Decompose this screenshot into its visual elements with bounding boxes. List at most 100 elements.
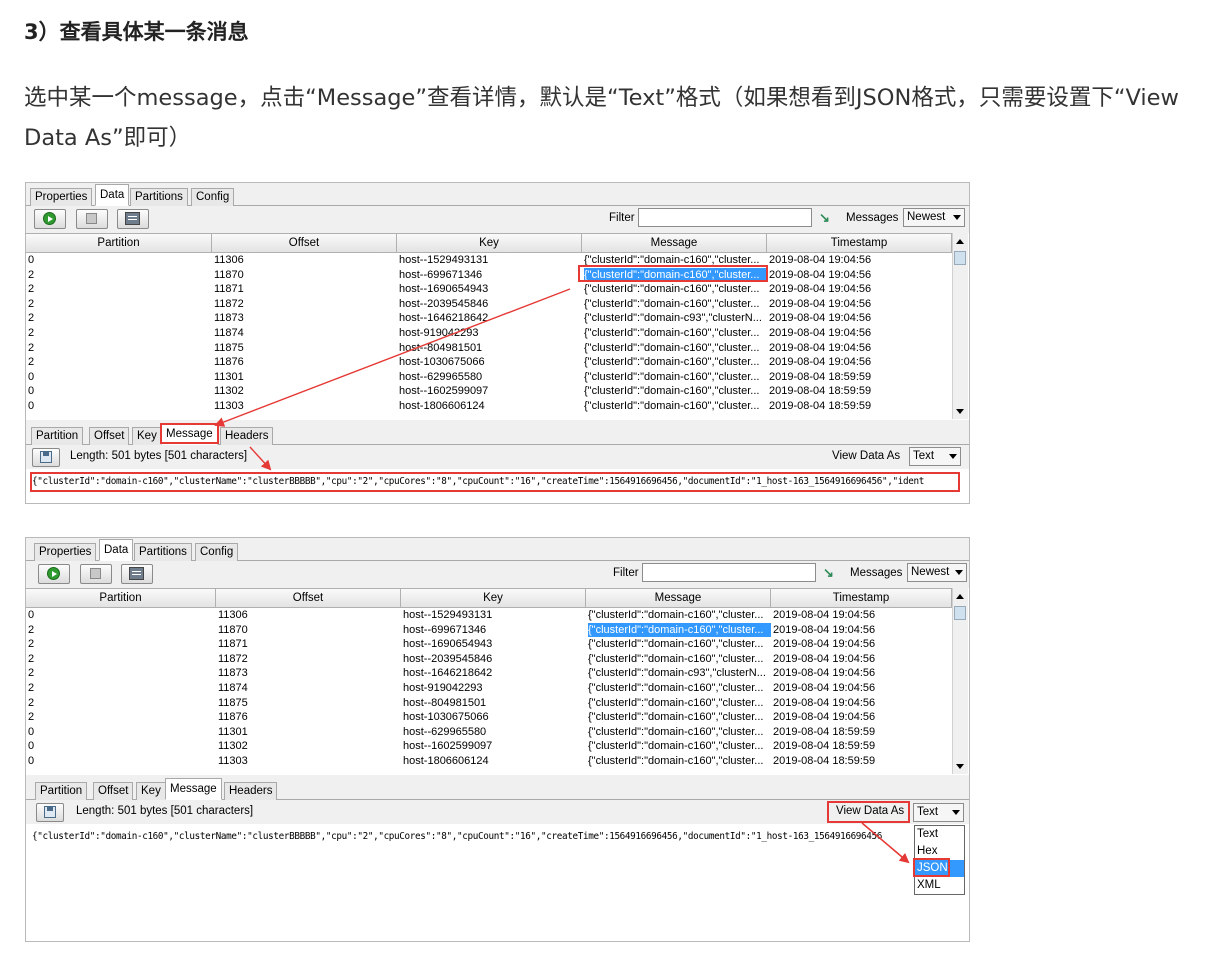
table-row[interactable]: 2 11876 host-1030675066 {"clusterId":"domai… bbox=[26, 355, 952, 370]
view-data-as-label: View Data As bbox=[836, 805, 905, 817]
column-timestamp[interactable]: Timestamp bbox=[767, 234, 952, 252]
column-offset[interactable]: Offset bbox=[212, 234, 397, 252]
table-row[interactable]: 2 11871 host--1690654943 {"clusterId":"doma… bbox=[26, 282, 952, 297]
table-row[interactable]: 0 11304 host--1529937893 {"clusterId":"doma… bbox=[26, 769, 952, 771]
table-row[interactable]: 0 11303 host-1806606124 {"clusterId":"domai… bbox=[26, 399, 952, 414]
tab-partition[interactable]: Partition bbox=[35, 782, 88, 800]
cell-offset: 11875 bbox=[218, 696, 248, 709]
scroll-down-icon[interactable] bbox=[956, 409, 964, 414]
messages-select[interactable]: Newest bbox=[907, 563, 967, 582]
tab-message[interactable]: Message bbox=[161, 423, 218, 445]
grid-body: 0 11306 host--1529493131 {"clusterId":"doma… bbox=[26, 608, 952, 771]
column-key[interactable]: Key bbox=[401, 589, 586, 607]
cell-key: host--1690654943 bbox=[399, 283, 489, 296]
refresh-icon[interactable]: ↘ bbox=[823, 565, 839, 581]
option-json[interactable]: JSON bbox=[915, 860, 964, 877]
tab-data[interactable]: Data bbox=[95, 184, 130, 206]
save-button[interactable] bbox=[32, 448, 60, 467]
grid-scrollbar[interactable] bbox=[952, 233, 968, 419]
column-message[interactable]: Message bbox=[582, 234, 767, 252]
filter-input[interactable] bbox=[642, 563, 816, 582]
scroll-up-icon[interactable] bbox=[956, 239, 964, 244]
view-data-as-select[interactable]: Text bbox=[913, 803, 964, 822]
table-row[interactable]: 2 11876 host-1030675066 {"clusterId":"domai… bbox=[26, 710, 952, 725]
table-row[interactable]: 2 11874 host-919042293 {"clusterId":"domain… bbox=[26, 681, 952, 696]
view-data-as-select[interactable]: Text bbox=[909, 447, 961, 466]
table-row[interactable]: 2 11875 host--804981501 {"clusterId":"domai… bbox=[26, 341, 952, 356]
cell-partition: 2 bbox=[28, 638, 35, 651]
table-row[interactable]: 2 11874 host-919042293 {"clusterId":"domain… bbox=[26, 326, 952, 341]
cell-timestamp: 2019-08-04 19:04:56 bbox=[769, 297, 872, 310]
tab-key[interactable]: Key bbox=[132, 427, 162, 445]
table-row[interactable]: 2 11872 host--2039545846 {"clusterId":"doma… bbox=[26, 297, 952, 312]
stop-button[interactable] bbox=[76, 209, 108, 229]
tab-config[interactable]: Config bbox=[195, 543, 239, 561]
detail-info-bar: Length: 501 bytes [501 characters] View … bbox=[26, 800, 969, 824]
view-button[interactable] bbox=[121, 564, 153, 584]
cell-offset: 11302 bbox=[214, 385, 244, 398]
messages-select[interactable]: Newest bbox=[903, 208, 965, 227]
tab-properties[interactable]: Properties bbox=[34, 543, 97, 561]
table-row[interactable]: 0 11304 host--1529937893 {"clusterId":"doma… bbox=[26, 414, 952, 416]
grid-scrollbar[interactable] bbox=[952, 588, 968, 774]
table-row[interactable]: 0 11301 host--629965580 {"clusterId":"domai… bbox=[26, 725, 952, 740]
tab-headers[interactable]: Headers bbox=[220, 427, 274, 445]
tab-partitions[interactable]: Partitions bbox=[130, 188, 188, 206]
message-content[interactable]: {"clusterId":"domain-c160","clusterName"… bbox=[32, 476, 960, 487]
table-row[interactable]: 0 11303 host-1806606124 {"clusterId":"domai… bbox=[26, 754, 952, 769]
option-xml[interactable]: XML bbox=[915, 877, 964, 894]
tab-offset[interactable]: Offset bbox=[93, 782, 134, 800]
cell-message: {"clusterId":"domain-c93","clusterN... bbox=[588, 667, 766, 680]
message-content[interactable]: {"clusterId":"domain-c160","clusterName"… bbox=[32, 831, 912, 842]
table-row[interactable]: 0 11306 host--1529493131 {"clusterId":"doma… bbox=[26, 253, 952, 268]
tab-partitions[interactable]: Partitions bbox=[134, 543, 192, 561]
tab-properties[interactable]: Properties bbox=[30, 188, 93, 206]
table-row[interactable]: 0 11306 host--1529493131 {"clusterId":"doma… bbox=[26, 608, 952, 623]
tab-partition[interactable]: Partition bbox=[31, 427, 84, 445]
column-message[interactable]: Message bbox=[586, 589, 771, 607]
option-text[interactable]: Text bbox=[915, 826, 964, 843]
view-button[interactable] bbox=[117, 209, 149, 229]
scroll-down-icon[interactable] bbox=[956, 764, 964, 769]
play-icon bbox=[43, 212, 56, 225]
cell-offset: 11872 bbox=[214, 297, 244, 310]
refresh-icon[interactable]: ↘ bbox=[819, 210, 835, 226]
column-partition[interactable]: Partition bbox=[26, 234, 212, 252]
table-row[interactable]: 2 11875 host--804981501 {"clusterId":"domai… bbox=[26, 696, 952, 711]
tab-key[interactable]: Key bbox=[136, 782, 166, 800]
table-row[interactable]: 0 11302 host--1602599097 {"clusterId":"doma… bbox=[26, 739, 952, 754]
table-row[interactable]: 2 11871 host--1690654943 {"clusterId":"doma… bbox=[26, 637, 952, 652]
column-timestamp[interactable]: Timestamp bbox=[771, 589, 952, 607]
cell-timestamp: 2019-08-04 19:04:56 bbox=[769, 268, 872, 281]
stop-button[interactable] bbox=[80, 564, 112, 584]
column-offset[interactable]: Offset bbox=[216, 589, 401, 607]
cell-partition: 2 bbox=[28, 681, 35, 694]
save-button[interactable] bbox=[36, 803, 64, 822]
run-button[interactable] bbox=[34, 209, 66, 229]
option-hex[interactable]: Hex bbox=[915, 843, 964, 860]
table-row[interactable]: 0 11301 host--629965580 {"clusterId":"domai… bbox=[26, 370, 952, 385]
column-partition[interactable]: Partition bbox=[26, 589, 216, 607]
tab-config[interactable]: Config bbox=[191, 188, 235, 206]
filter-input[interactable] bbox=[638, 208, 812, 227]
tab-message[interactable]: Message bbox=[165, 778, 222, 800]
length-text: Length: 501 bytes [501 characters] bbox=[70, 450, 248, 462]
cell-message: {"clusterId":"domain-c160","cluster... bbox=[588, 740, 764, 753]
cell-timestamp: 2019-08-04 19:04:56 bbox=[769, 326, 872, 339]
scroll-up-icon[interactable] bbox=[956, 594, 964, 599]
table-row[interactable]: 2 11873 host--1646218642 {"clusterId":"doma… bbox=[26, 666, 952, 681]
tab-offset[interactable]: Offset bbox=[89, 427, 130, 445]
table-row[interactable]: 2 11870 host--699671346 {"clusterId":"domai… bbox=[26, 267, 952, 283]
table-row[interactable]: 2 11870 host--699671346 {"clusterId":"domai… bbox=[26, 622, 952, 638]
table-row[interactable]: 2 11872 host--2039545846 {"clusterId":"doma… bbox=[26, 652, 952, 667]
column-key[interactable]: Key bbox=[397, 234, 582, 252]
scroll-thumb[interactable] bbox=[954, 251, 966, 265]
table-row[interactable]: 0 11302 host--1602599097 {"clusterId":"doma… bbox=[26, 384, 952, 399]
tab-data[interactable]: Data bbox=[99, 539, 134, 561]
tab-headers[interactable]: Headers bbox=[224, 782, 278, 800]
run-button[interactable] bbox=[38, 564, 70, 584]
cell-message: {"clusterId":"domain-c160","cluster... bbox=[584, 399, 760, 412]
table-row[interactable]: 2 11873 host--1646218642 {"clusterId":"doma… bbox=[26, 311, 952, 326]
scroll-thumb[interactable] bbox=[954, 606, 966, 620]
cell-timestamp: 2019-08-04 19:04:56 bbox=[773, 667, 876, 680]
